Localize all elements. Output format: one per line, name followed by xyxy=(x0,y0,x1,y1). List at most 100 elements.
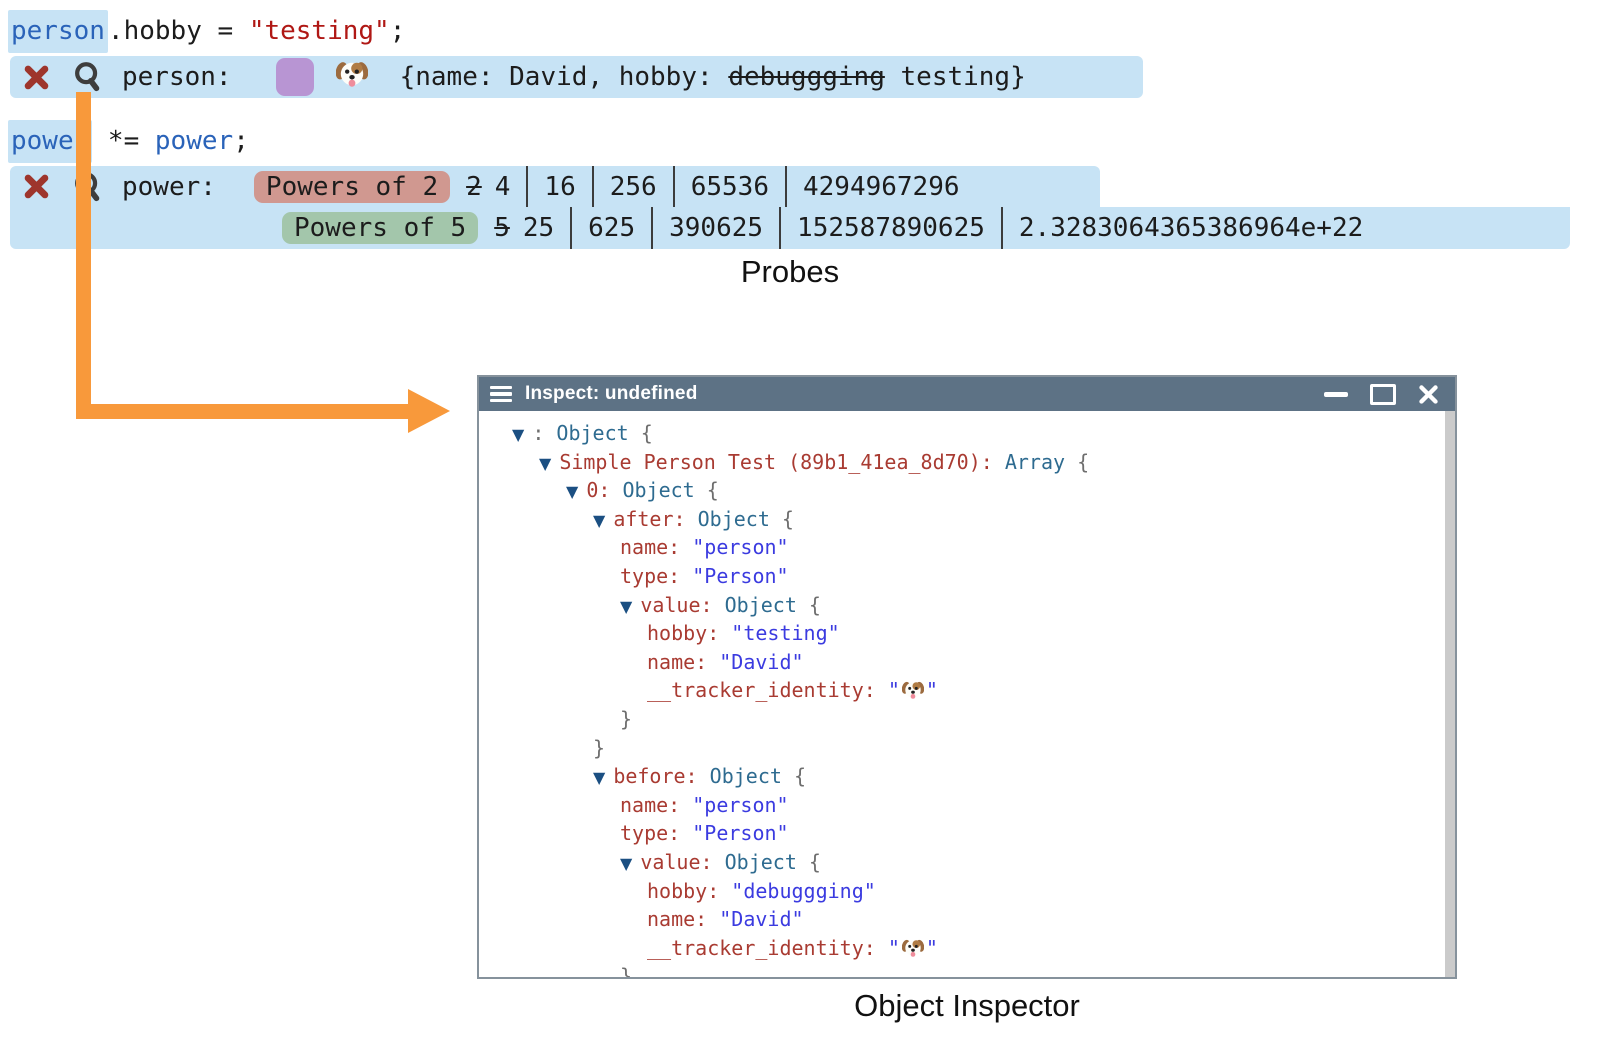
punctuation: { xyxy=(797,850,821,874)
property-key: after: xyxy=(613,507,685,531)
dog-icon xyxy=(336,58,368,97)
window-titlebar[interactable]: Inspect: undefined xyxy=(479,377,1455,411)
code-token[interactable]: power xyxy=(155,126,233,156)
punctuation: : xyxy=(532,421,556,445)
minimize-icon[interactable] xyxy=(1324,392,1348,397)
inspect-magnifier-icon[interactable] xyxy=(72,61,104,93)
color-swatch[interactable] xyxy=(276,58,314,96)
inspector-row: } xyxy=(479,734,1455,763)
maximize-icon[interactable] xyxy=(1370,384,1396,405)
code-line-power[interactable]: power *= power; xyxy=(8,120,249,162)
punctuation: { xyxy=(770,507,794,531)
punctuation xyxy=(707,650,719,674)
series-chip-powers-of-5[interactable]: Powers of 5 xyxy=(282,212,478,244)
punctuation: { xyxy=(782,764,806,788)
menu-icon[interactable] xyxy=(490,386,512,403)
dog-icon xyxy=(902,682,924,706)
code-token[interactable]: .hobby = xyxy=(108,16,249,46)
value-separator xyxy=(651,207,653,249)
power-value: 4 xyxy=(495,172,511,202)
type-name: Array xyxy=(1005,450,1065,474)
inspector-row: ▼after: Object { xyxy=(479,505,1455,534)
punctuation xyxy=(707,907,719,931)
type-name: Object xyxy=(710,764,782,788)
property-key: value: xyxy=(640,850,712,874)
power-value: 16 xyxy=(544,172,575,202)
value-separator xyxy=(526,166,528,207)
value-separator xyxy=(785,166,787,207)
inspector-row: hobby: "testing" xyxy=(479,619,1455,648)
disclosure-triangle-icon[interactable]: ▼ xyxy=(512,425,524,444)
scrollbar[interactable] xyxy=(1445,411,1455,977)
type-name: Object xyxy=(622,478,694,502)
arrow-vertical-segment xyxy=(76,92,91,410)
property-key: name: xyxy=(647,907,707,931)
property-key: name: xyxy=(647,650,707,674)
property-key: type: xyxy=(620,564,680,588)
inspector-row: ▼value: Object { xyxy=(479,591,1455,620)
inspector-row: ▼: Object { xyxy=(479,419,1455,448)
string-value: "David" xyxy=(719,907,803,931)
inspector-row: hobby: "debuggging" xyxy=(479,877,1455,906)
inspector-row: name: "person" xyxy=(479,533,1455,562)
object-inspector-caption: Object Inspector xyxy=(477,988,1457,1024)
string-value: " xyxy=(926,936,938,960)
dog-icon xyxy=(336,58,368,97)
dog-icon xyxy=(902,940,924,964)
power-values-row: 5256253906251525878906252.32830643653869… xyxy=(494,207,1363,249)
disclosure-triangle-icon[interactable]: ▼ xyxy=(620,597,632,616)
string-value: " xyxy=(888,936,900,960)
punctuation xyxy=(686,507,698,531)
code-token[interactable]: ; xyxy=(233,126,249,156)
property-key: 0: xyxy=(586,478,610,502)
value-separator xyxy=(673,166,675,207)
inspector-row: } xyxy=(479,962,1455,977)
punctuation: { xyxy=(797,593,821,617)
power-value: 25 xyxy=(523,213,554,243)
probe-variable-label: person: xyxy=(122,62,232,92)
probes-caption: Probes xyxy=(0,254,1580,290)
string-value: "David" xyxy=(719,650,803,674)
inspector-row: ▼value: Object { xyxy=(479,848,1455,877)
probe-person-value: {name: David, hobby: debuggging testing} xyxy=(400,62,1026,92)
punctuation: } xyxy=(620,964,632,977)
probe-person: person: {name: David, hobby: debuggging … xyxy=(10,56,1143,98)
punctuation: } xyxy=(593,736,605,760)
remove-probe-icon[interactable] xyxy=(23,64,50,91)
code-token[interactable]: "testing" xyxy=(249,16,390,46)
window-title: Inspect: undefined xyxy=(525,383,698,405)
disclosure-triangle-icon[interactable]: ▼ xyxy=(593,511,605,530)
property-key: name: xyxy=(620,535,680,559)
disclosure-triangle-icon[interactable]: ▼ xyxy=(539,454,551,473)
remove-probe-icon[interactable] xyxy=(23,173,50,200)
punctuation xyxy=(876,936,888,960)
struck-old-value: 5 xyxy=(494,213,510,243)
code-token[interactable]: person xyxy=(8,10,108,53)
punctuation xyxy=(698,764,710,788)
punctuation xyxy=(993,450,1005,474)
punctuation xyxy=(713,593,725,617)
punctuation xyxy=(680,535,692,559)
code-line-person-hobby[interactable]: person.hobby = "testing"; xyxy=(8,10,405,52)
disclosure-triangle-icon[interactable]: ▼ xyxy=(566,482,578,501)
power-value: 4294967296 xyxy=(803,172,960,202)
disclosure-triangle-icon[interactable]: ▼ xyxy=(593,768,605,787)
object-inspector-window: Inspect: undefined ▼: Object {▼Simple Pe… xyxy=(477,375,1457,979)
code-token[interactable]: *= xyxy=(92,126,155,156)
disclosure-triangle-icon[interactable]: ▼ xyxy=(620,854,632,873)
punctuation: { xyxy=(629,421,653,445)
inspector-row: ▼0: Object { xyxy=(479,476,1455,505)
inspector-row: } xyxy=(479,705,1455,734)
struck-old-value: 2 xyxy=(466,172,482,202)
inspector-row: name: "David" xyxy=(479,905,1455,934)
close-icon[interactable] xyxy=(1418,384,1439,405)
series-chip-powers-of-2[interactable]: Powers of 2 xyxy=(254,171,450,203)
string-value: "person" xyxy=(692,793,788,817)
code-token[interactable]: ; xyxy=(390,16,406,46)
property-key: type: xyxy=(620,821,680,845)
inspector-row: ▼before: Object { xyxy=(479,762,1455,791)
punctuation xyxy=(719,621,731,645)
probe-power-row-2: Powers of 5 5256253906251525878906252.32… xyxy=(10,207,1570,249)
punctuation xyxy=(876,678,888,702)
inspector-row: type: "Person" xyxy=(479,819,1455,848)
